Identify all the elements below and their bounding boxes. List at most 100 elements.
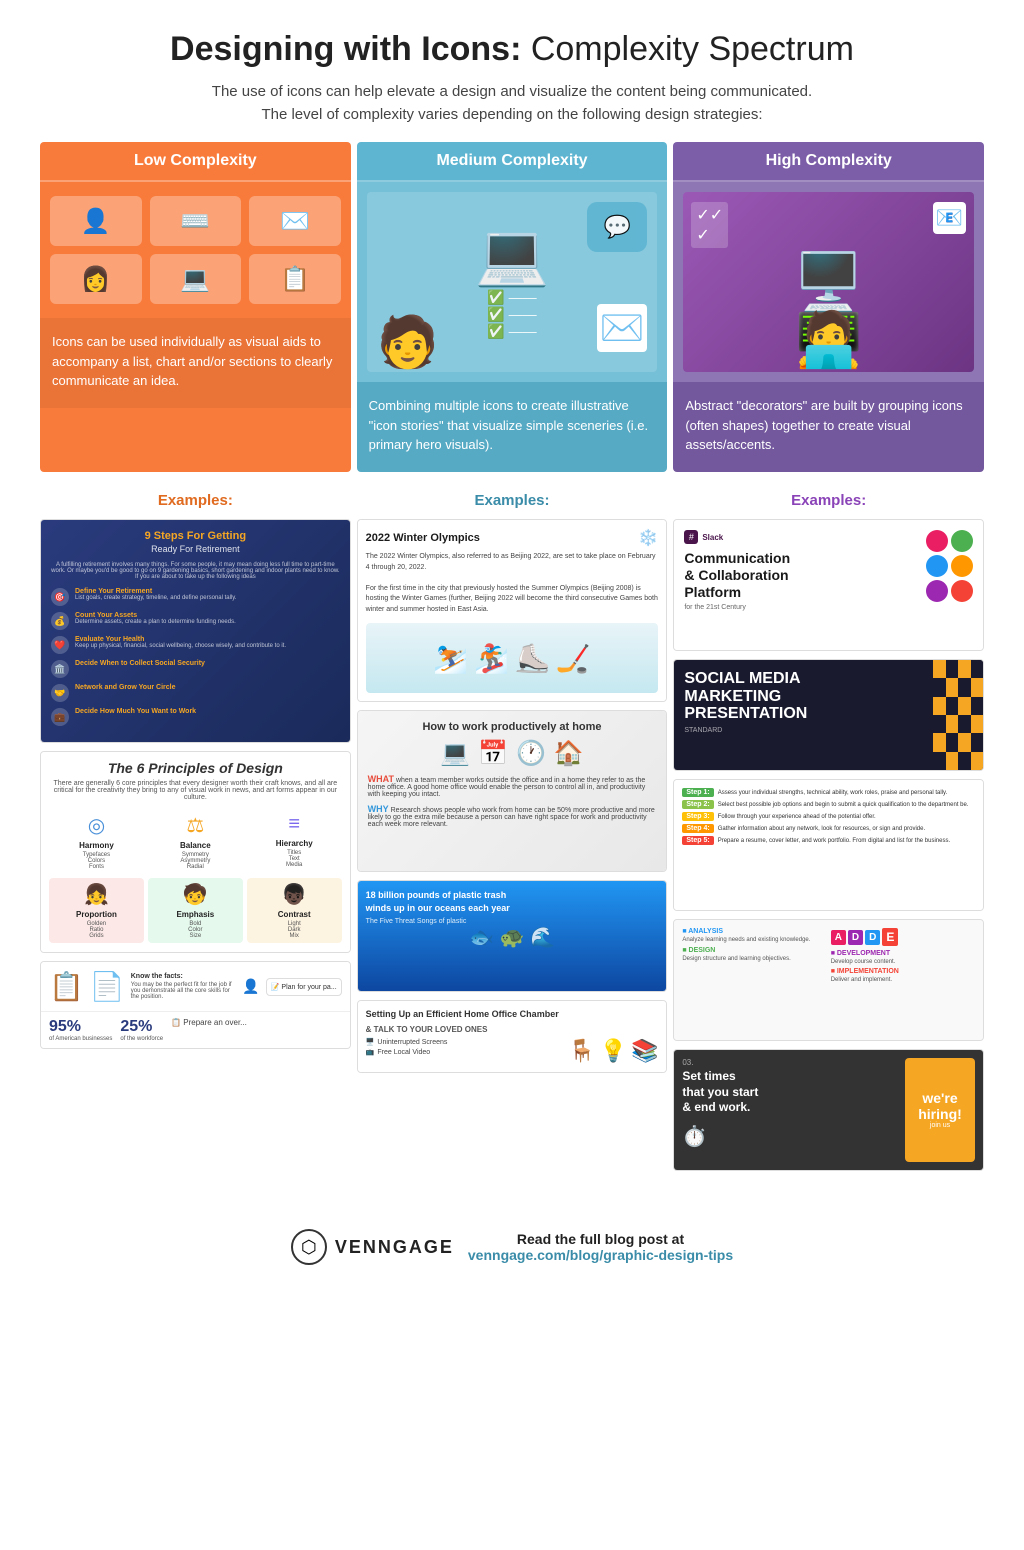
homeoffice-content: 🖥️ Uninterrupted Screens 📺 Free Local Vi… bbox=[366, 1038, 659, 1064]
olympics-illustration: ⛷️ 🏂 ⛸️ 🏒 bbox=[366, 623, 659, 693]
person-icon-stats: 👤 bbox=[242, 978, 259, 995]
addie-implementation: ■ IMPLEMENTATION bbox=[831, 968, 975, 975]
header: Designing with Icons: Complexity Spectru… bbox=[40, 30, 984, 126]
item1-text: Uninterrupted Screens bbox=[377, 1039, 447, 1046]
footer-cta: Read the full blog post at venngage.com/… bbox=[468, 1231, 733, 1263]
medium-header: Medium Complexity bbox=[357, 142, 668, 182]
balance-name: Balance bbox=[152, 841, 239, 850]
retirement-step-1: 🎯 Define Your Retirement List goals, cre… bbox=[51, 588, 340, 606]
stat-2-value: 25% bbox=[120, 1018, 163, 1036]
hierarchy-item: ≡ Hierarchy TitlesTextMedia bbox=[247, 809, 342, 874]
examples-low-label: Examples: bbox=[40, 492, 351, 509]
step-row-4: Step 4: Gather information about any net… bbox=[682, 824, 975, 833]
complexity-section: Low Complexity 👤 ⌨️ ✉️ 👩 💻 📋 Icons can b… bbox=[40, 142, 984, 472]
hierarchy-name: Hierarchy bbox=[251, 839, 338, 848]
homeoffice-icons: 🪑 💡 📚 bbox=[568, 1038, 658, 1064]
hiring-step: 03. bbox=[682, 1058, 899, 1067]
checker-21 bbox=[933, 752, 946, 770]
proportion-item: 👧 Proportion GoldenRatioGrids bbox=[49, 878, 144, 943]
house-wfh-icon: 🏠 bbox=[554, 739, 584, 768]
skater-icon: ⛸️ bbox=[515, 642, 550, 675]
stat-1-value: 95% bbox=[49, 1018, 112, 1036]
olympics-body: The 2022 Winter Olympics, also referred … bbox=[366, 552, 659, 615]
step4-icon: 🏛️ bbox=[51, 660, 69, 678]
snowboarder-icon: 🏂 bbox=[474, 642, 509, 675]
step4-num: Step 4: bbox=[682, 824, 713, 833]
addie-arrows: A D D E bbox=[831, 928, 975, 946]
stats-know-facts: Know the facts: bbox=[131, 973, 237, 980]
step2-text: Select best possible job options and beg… bbox=[718, 802, 969, 808]
addie-card: ■ ANALYSIS Analyze learning needs and ex… bbox=[673, 919, 984, 1041]
addie-layout: ■ ANALYSIS Analyze learning needs and ex… bbox=[682, 928, 975, 983]
footer: ⬡ VENNGAGE Read the full blog post at ve… bbox=[40, 1209, 984, 1275]
step4-text: Gather information about any network, lo… bbox=[718, 826, 925, 832]
wfh-why-text: Research shows people who work from home… bbox=[368, 807, 655, 828]
step3-text: Follow through your experience ahead of … bbox=[718, 814, 876, 820]
retirement-title: 9 Steps For Getting bbox=[51, 530, 340, 542]
contrast-icon: 👦🏿 bbox=[251, 882, 338, 907]
title-normal: Complexity Spectrum bbox=[521, 30, 854, 68]
olympics-card: 2022 Winter Olympics ❄️ The 2022 Winter … bbox=[357, 519, 668, 702]
balance-icon: ⚖ bbox=[152, 813, 239, 838]
hiring-title: Set times that you start & end work. bbox=[682, 1069, 899, 1116]
medium-description: Combining multiple icons to create illus… bbox=[357, 382, 668, 472]
stat-1-label: of American businesses bbox=[49, 1036, 112, 1042]
proportion-icon: 👧 bbox=[53, 882, 140, 907]
step6-icon: 💼 bbox=[51, 708, 69, 726]
plastic-title: 18 billion pounds of plastic trash winds… bbox=[366, 889, 659, 914]
bookshelf-icon: 📚 bbox=[631, 1038, 658, 1064]
snowflake-icon: ❄️ bbox=[638, 528, 658, 548]
retirement-step-4: 🏛️ Decide When to Collect Social Securit… bbox=[51, 660, 340, 678]
checker-20 bbox=[971, 733, 984, 751]
contrast-name: Contrast bbox=[251, 910, 338, 919]
principles-title: The 6 Principles of Design bbox=[49, 760, 342, 776]
harmony-name: Harmony bbox=[53, 841, 140, 850]
wfh-illustration: 💻 📅 🕐 🏠 bbox=[368, 739, 657, 768]
addie-e: E bbox=[882, 928, 898, 946]
addie-implementation-text: Deliver and implement. bbox=[831, 977, 975, 983]
turtle-icon: 🐢 bbox=[500, 927, 525, 949]
addie-d1: D bbox=[848, 930, 863, 945]
wave-icon: 🌊 bbox=[530, 927, 555, 949]
copy2-icon: 📄 bbox=[90, 970, 125, 1003]
stats-text-area: Know the facts: You may be the perfect f… bbox=[131, 973, 237, 1000]
harmony-icon: ◎ bbox=[53, 813, 140, 838]
social-media-card-inner: SOCIAL MEDIA MARKETING PRESENTATION STAN… bbox=[674, 660, 983, 770]
clock-wfh-icon: 🕐 bbox=[516, 739, 546, 768]
addie-analysis: ■ ANALYSIS bbox=[682, 928, 826, 935]
copy-icon: 📋 bbox=[49, 970, 84, 1003]
retirement-step-3: ❤️ Evaluate Your Health Keep up physical… bbox=[51, 636, 340, 654]
stats-card: 📋 📄 Know the facts: You may be the perfe… bbox=[40, 961, 351, 1049]
slack-shapes-row1 bbox=[926, 530, 973, 552]
examples-medium-col: Examples: 2022 Winter Olympics ❄️ The 20… bbox=[357, 492, 668, 1179]
checker-19 bbox=[958, 733, 971, 751]
high-illustration: ✓✓✓ 📧 🖥️ 🧑‍💻 bbox=[673, 182, 984, 382]
contrast-item: 👦🏿 Contrast LightDarkMix bbox=[247, 878, 342, 943]
step5-icon: 🤝 bbox=[51, 684, 69, 702]
lamp-icon: 💡 bbox=[600, 1038, 627, 1064]
high-complexity-column: High Complexity ✓✓✓ 📧 🖥️ 🧑‍💻 Abstract " bbox=[673, 142, 984, 472]
retirement-card: 9 Steps For Getting Ready For Retirement… bbox=[40, 519, 351, 743]
desk-icon: 🪑 bbox=[568, 1038, 595, 1064]
slack-title: Communication & Collaboration Platform bbox=[684, 550, 973, 600]
step-row-1: Step 1: Assess your individual strengths… bbox=[682, 788, 975, 797]
addie-analysis-text: Analyze learning needs and existing know… bbox=[682, 937, 826, 943]
hiring-card: 03. Set times that you start & end work.… bbox=[673, 1049, 984, 1171]
stat-2-label: of the workforce bbox=[120, 1036, 163, 1042]
low-icon-grid: 👤 ⌨️ ✉️ 👩 💻 📋 bbox=[40, 182, 351, 318]
step1-num: Step 1: bbox=[682, 788, 713, 797]
homeoffice-inner: Setting Up an Efficient Home Office Cham… bbox=[358, 1001, 667, 1072]
high-header: High Complexity bbox=[673, 142, 984, 182]
step3-icon: ❤️ bbox=[51, 636, 69, 654]
hiring-left: 03. Set times that you start & end work.… bbox=[682, 1058, 899, 1162]
wfh-title: How to work productively at home bbox=[368, 721, 657, 733]
low-complexity-column: Low Complexity 👤 ⌨️ ✉️ 👩 💻 📋 Icons can b… bbox=[40, 142, 351, 472]
slack-brand: Slack bbox=[702, 533, 723, 542]
social-media-date: STANDARD bbox=[684, 727, 973, 734]
venngage-logo-text: VENNGAGE bbox=[335, 1237, 454, 1258]
examples-medium-label: Examples: bbox=[357, 492, 668, 509]
homeoffice-card: Setting Up an Efficient Home Office Cham… bbox=[357, 1000, 668, 1073]
emphasis-list: BoldColorSize bbox=[152, 921, 239, 939]
monitor-icon: 🖥️ bbox=[366, 1038, 375, 1046]
balance-item: ⚖ Balance SymmetryAsymmetryRadial bbox=[148, 809, 243, 874]
